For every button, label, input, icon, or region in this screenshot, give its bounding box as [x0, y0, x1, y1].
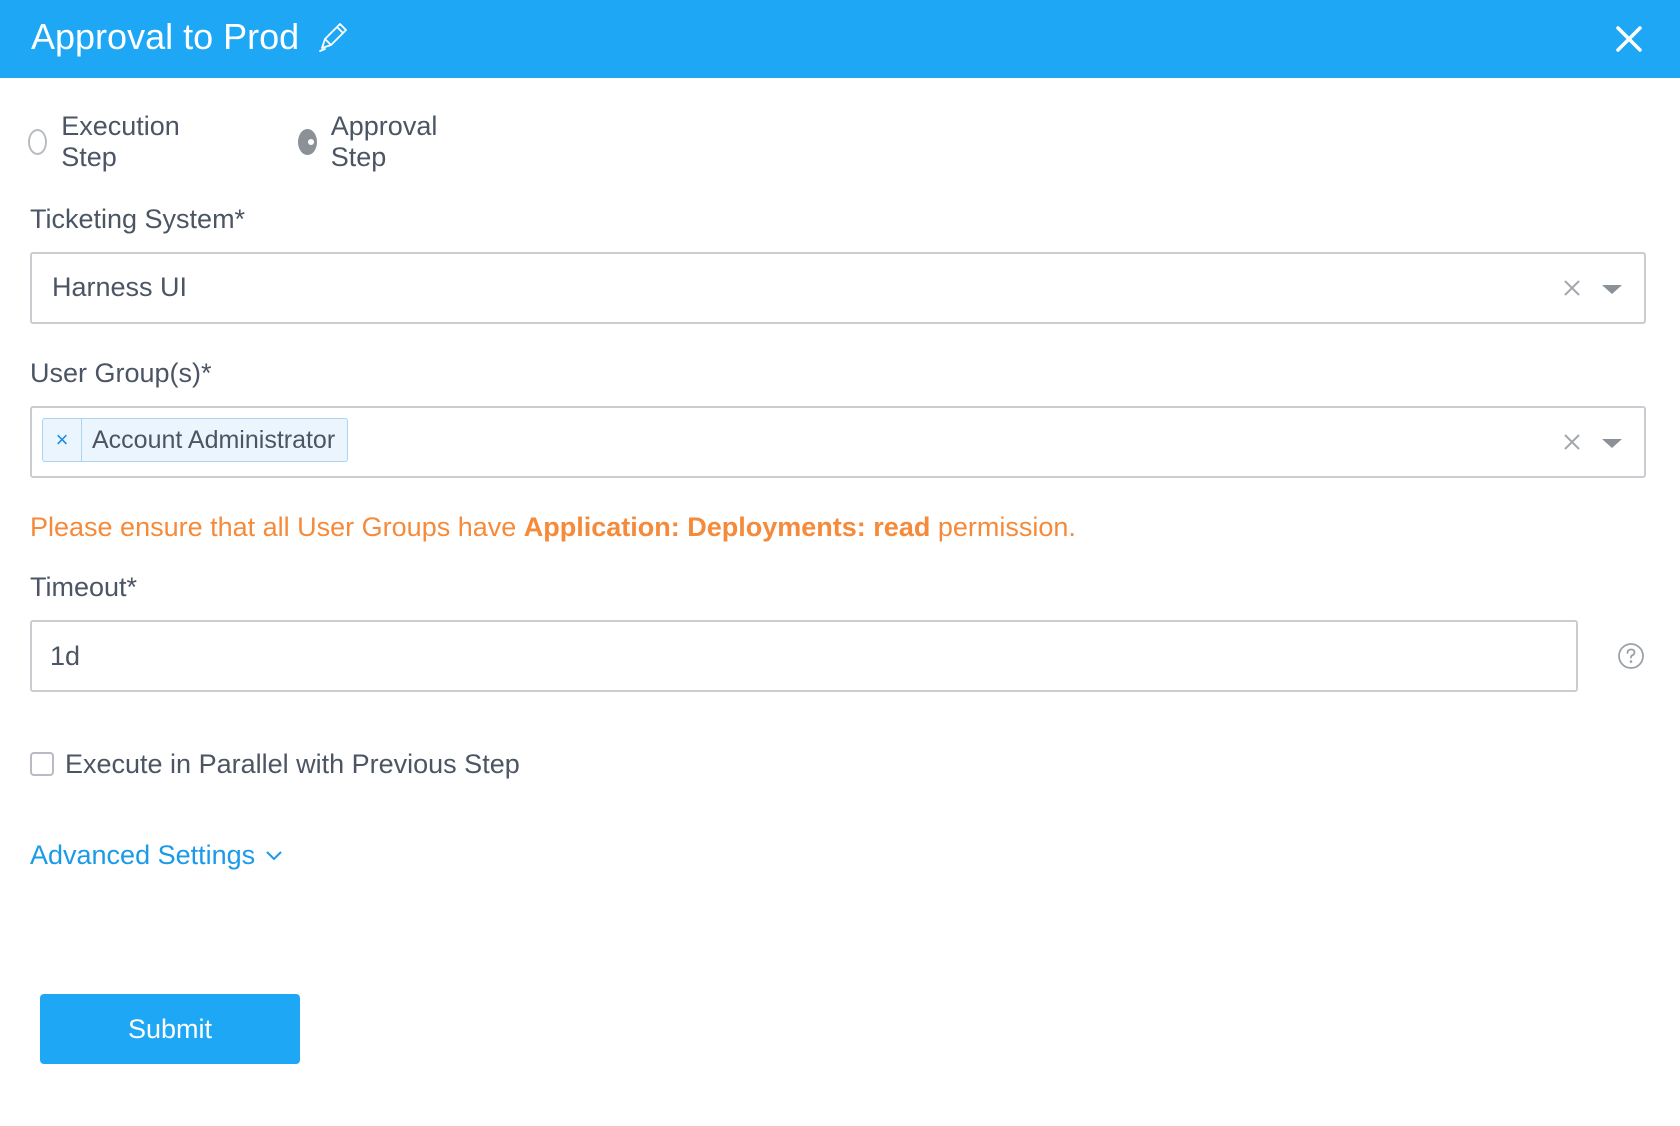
question-circle-icon[interactable]	[1617, 642, 1645, 670]
execution-step-radio[interactable]: Execution Step	[28, 111, 187, 172]
ticketing-system-select[interactable]: Harness UI	[30, 252, 1646, 324]
chevron-down-icon	[266, 850, 282, 860]
tag-remove-icon[interactable]: ×	[43, 419, 82, 461]
ticketing-system-label: Ticketing System*	[30, 204, 246, 234]
execute-parallel-checkbox[interactable]	[30, 752, 54, 776]
execution-step-label: Execution Step	[61, 111, 180, 172]
advanced-settings-label: Advanced Settings	[30, 840, 256, 870]
radio-button-unchecked[interactable]	[28, 129, 48, 155]
dialog-header: Approval to Prod	[0, 0, 1680, 78]
permission-warning: Please ensure that all User Groups have …	[30, 512, 1076, 543]
warning-suffix: permission.	[930, 512, 1076, 542]
close-icon[interactable]	[1610, 20, 1648, 58]
advanced-settings-link[interactable]: Advanced Settings	[30, 840, 283, 871]
user-group-tag: × Account Administrator	[42, 418, 349, 462]
dialog-title: Approval to Prod	[31, 16, 300, 57]
ticketing-system-value: Harness UI	[52, 272, 188, 302]
user-group-tag-label: Account Administrator	[92, 425, 336, 454]
dropdown-caret-icon[interactable]	[1602, 285, 1622, 294]
clear-icon[interactable]	[1562, 432, 1582, 452]
timeout-input[interactable]	[30, 620, 1578, 692]
approval-step-label: Approval Step	[330, 111, 438, 172]
warning-prefix: Please ensure that all User Groups have	[30, 512, 524, 542]
user-groups-select[interactable]: × Account Administrator	[30, 406, 1646, 478]
execute-parallel-label: Execute in Parallel with Previous Step	[65, 748, 520, 779]
approval-step-radio[interactable]: Approval Step	[298, 111, 445, 172]
pencil-icon[interactable]	[316, 20, 350, 54]
radio-button-checked[interactable]	[298, 129, 317, 155]
timeout-label: Timeout*	[30, 572, 138, 602]
dropdown-caret-icon[interactable]	[1602, 439, 1622, 448]
execute-parallel-checkbox-row[interactable]: Execute in Parallel with Previous Step	[30, 744, 520, 784]
warning-emphasis: Application: Deployments: read	[523, 512, 931, 542]
user-groups-label: User Group(s)*	[30, 358, 212, 388]
submit-button[interactable]: Submit	[40, 994, 300, 1064]
clear-icon[interactable]	[1562, 278, 1582, 298]
